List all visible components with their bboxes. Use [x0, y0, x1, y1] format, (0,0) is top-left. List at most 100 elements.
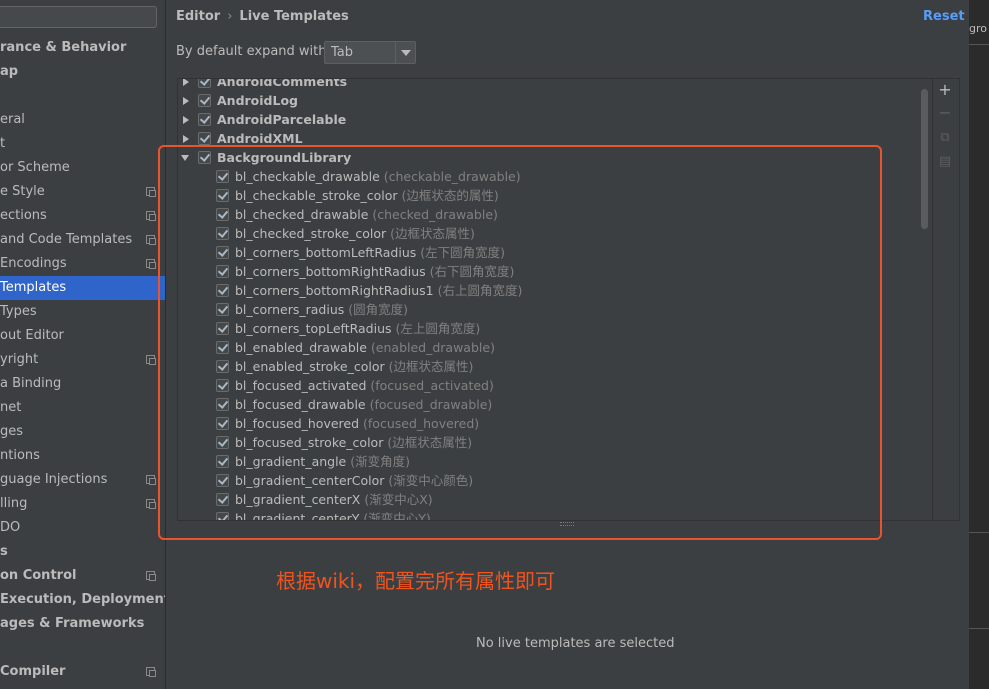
- sidebar-item[interactable]: guage Injections: [0, 468, 165, 492]
- sidebar-item-label: Compiler: [0, 664, 66, 679]
- sidebar-item-label: e Style: [0, 184, 45, 199]
- project-scope-icon: [146, 211, 156, 221]
- sidebar-item-label: ges: [0, 424, 24, 439]
- sidebar-item[interactable]: net: [0, 396, 165, 420]
- chevron-down-icon: [401, 50, 411, 56]
- template-group-name: AndroidParcelable: [217, 112, 347, 127]
- sidebar-item-label: yright: [0, 352, 39, 367]
- sidebar-item[interactable]: Templates: [0, 276, 165, 300]
- sidebar-item-label: ap: [0, 64, 19, 79]
- sidebar-item-label: a Binding: [0, 376, 62, 391]
- dropdown-arrow-box: [395, 42, 415, 63]
- sidebar-item[interactable]: s: [0, 540, 165, 564]
- sidebar-item[interactable]: out Editor: [0, 324, 165, 348]
- sidebar-item[interactable]: ges: [0, 420, 165, 444]
- sidebar-item-label: rance & Behavior: [0, 40, 127, 55]
- annotation-highlight-box: [158, 145, 882, 540]
- sidebar-item-label: ections: [0, 208, 47, 223]
- expand-with-select[interactable]: Tab: [324, 41, 416, 64]
- sidebar-item-label: and Code Templates: [0, 232, 133, 247]
- project-scope-icon: [146, 187, 156, 197]
- sidebar-item-label: DO: [0, 520, 21, 535]
- sidebar-item-label: net: [0, 400, 22, 415]
- changelist-icon[interactable]: ▤: [938, 155, 952, 169]
- sidebar-item[interactable]: on Control: [0, 564, 165, 588]
- sidebar-item[interactable]: [0, 84, 165, 108]
- project-scope-icon: [146, 259, 156, 269]
- template-group-name: AndroidLog: [217, 93, 299, 108]
- sidebar-item[interactable]: ap: [0, 60, 165, 84]
- project-scope-icon: [146, 355, 156, 365]
- expand-closed-icon[interactable]: [183, 97, 189, 105]
- strip-divider: [969, 44, 989, 45]
- expand-closed-icon[interactable]: [183, 79, 189, 86]
- sidebar-item[interactable]: t: [0, 132, 165, 156]
- annotation-text: 根据wiki，配置完所有属性即可: [276, 569, 556, 593]
- project-scope-icon: [146, 499, 156, 509]
- sidebar-item-label: lling: [0, 496, 28, 511]
- template-group-row[interactable]: AndroidParcelable: [178, 110, 918, 129]
- tree-scrollbar[interactable]: [921, 89, 928, 229]
- right-strip-tab[interactable]: gro: [969, 22, 987, 35]
- project-scope-icon: [146, 475, 156, 485]
- sidebar-item[interactable]: [0, 636, 165, 660]
- plus-icon[interactable]: +: [938, 82, 952, 98]
- expand-closed-icon[interactable]: [183, 135, 189, 143]
- sidebar-item-label: ntions: [0, 448, 40, 463]
- copy-icon[interactable]: ⧉: [938, 131, 952, 145]
- strip-divider: [969, 628, 989, 629]
- sidebar-item-label: eral: [0, 112, 25, 127]
- settings-search-input[interactable]: [0, 6, 157, 28]
- sidebar-item-label: Encodings: [0, 256, 67, 271]
- sidebar-item[interactable]: DO: [0, 516, 165, 540]
- sidebar-item-label: guage Injections: [0, 472, 108, 487]
- right-window-strip: gro: [969, 0, 989, 689]
- breadcrumb-separator: ›: [227, 9, 233, 24]
- sidebar-item[interactable]: yright: [0, 348, 165, 372]
- live-templates-panel: Editor › Live Templates Reset By default e…: [158, 0, 969, 689]
- strip-divider: [969, 532, 989, 533]
- sidebar-item[interactable]: rance & Behavior: [0, 36, 165, 60]
- sidebar-item-label: t: [0, 136, 6, 151]
- project-scope-icon: [146, 571, 156, 581]
- group-checkbox[interactable]: [198, 94, 211, 107]
- breadcrumb-parent[interactable]: Editor: [176, 9, 220, 24]
- project-scope-icon: [146, 667, 156, 677]
- templates-toolbar: + − ⧉ ▤: [932, 78, 960, 521]
- sidebar-item[interactable]: ntions: [0, 444, 165, 468]
- project-scope-icon: [146, 235, 156, 245]
- sidebar-item[interactable]: Execution, Deployment: [0, 588, 165, 612]
- expand-with-label: By default expand with: [176, 44, 327, 59]
- sidebar-item[interactable]: a Binding: [0, 372, 165, 396]
- sidebar-item[interactable]: Types: [0, 300, 165, 324]
- template-group-name: AndroidComments: [217, 78, 348, 89]
- breadcrumb: Editor › Live Templates: [176, 9, 349, 27]
- group-checkbox[interactable]: [198, 79, 211, 88]
- sidebar-item[interactable]: ages & Frameworks: [0, 612, 165, 636]
- settings-sidebar: rance & Behavior ap eral t or Scheme e Style e…: [0, 0, 166, 689]
- sidebar-item[interactable]: Compiler: [0, 660, 165, 684]
- sidebar-item[interactable]: or Scheme: [0, 156, 165, 180]
- sidebar-item[interactable]: and Code Templates: [0, 228, 165, 252]
- breadcrumb-current: Live Templates: [239, 9, 349, 24]
- no-selection-message: No live templates are selected: [476, 636, 675, 651]
- sidebar-item[interactable]: lling: [0, 492, 165, 516]
- minus-icon[interactable]: −: [938, 105, 952, 121]
- sidebar-item-label: ages & Frameworks: [0, 616, 145, 631]
- sidebar-item[interactable]: e Style: [0, 180, 165, 204]
- sidebar-item[interactable]: Encodings: [0, 252, 165, 276]
- reset-link[interactable]: Reset: [923, 9, 965, 24]
- sidebar-item-label: out Editor: [0, 328, 64, 343]
- sidebar-item[interactable]: ections: [0, 204, 165, 228]
- template-group-row[interactable]: AndroidLog: [178, 91, 918, 110]
- sidebar-item[interactable]: eral: [0, 108, 165, 132]
- group-checkbox[interactable]: [198, 113, 211, 126]
- expand-closed-icon[interactable]: [183, 116, 189, 124]
- group-checkbox[interactable]: [198, 132, 211, 145]
- expand-with-value: Tab: [331, 45, 354, 60]
- sidebar-item-label: s: [0, 544, 8, 559]
- template-group-row[interactable]: AndroidComments: [178, 78, 918, 91]
- sidebar-item-label: Templates: [0, 280, 67, 295]
- sidebar-item-label: Types: [0, 304, 37, 319]
- sidebar-item-label: Execution, Deployment: [0, 592, 166, 607]
